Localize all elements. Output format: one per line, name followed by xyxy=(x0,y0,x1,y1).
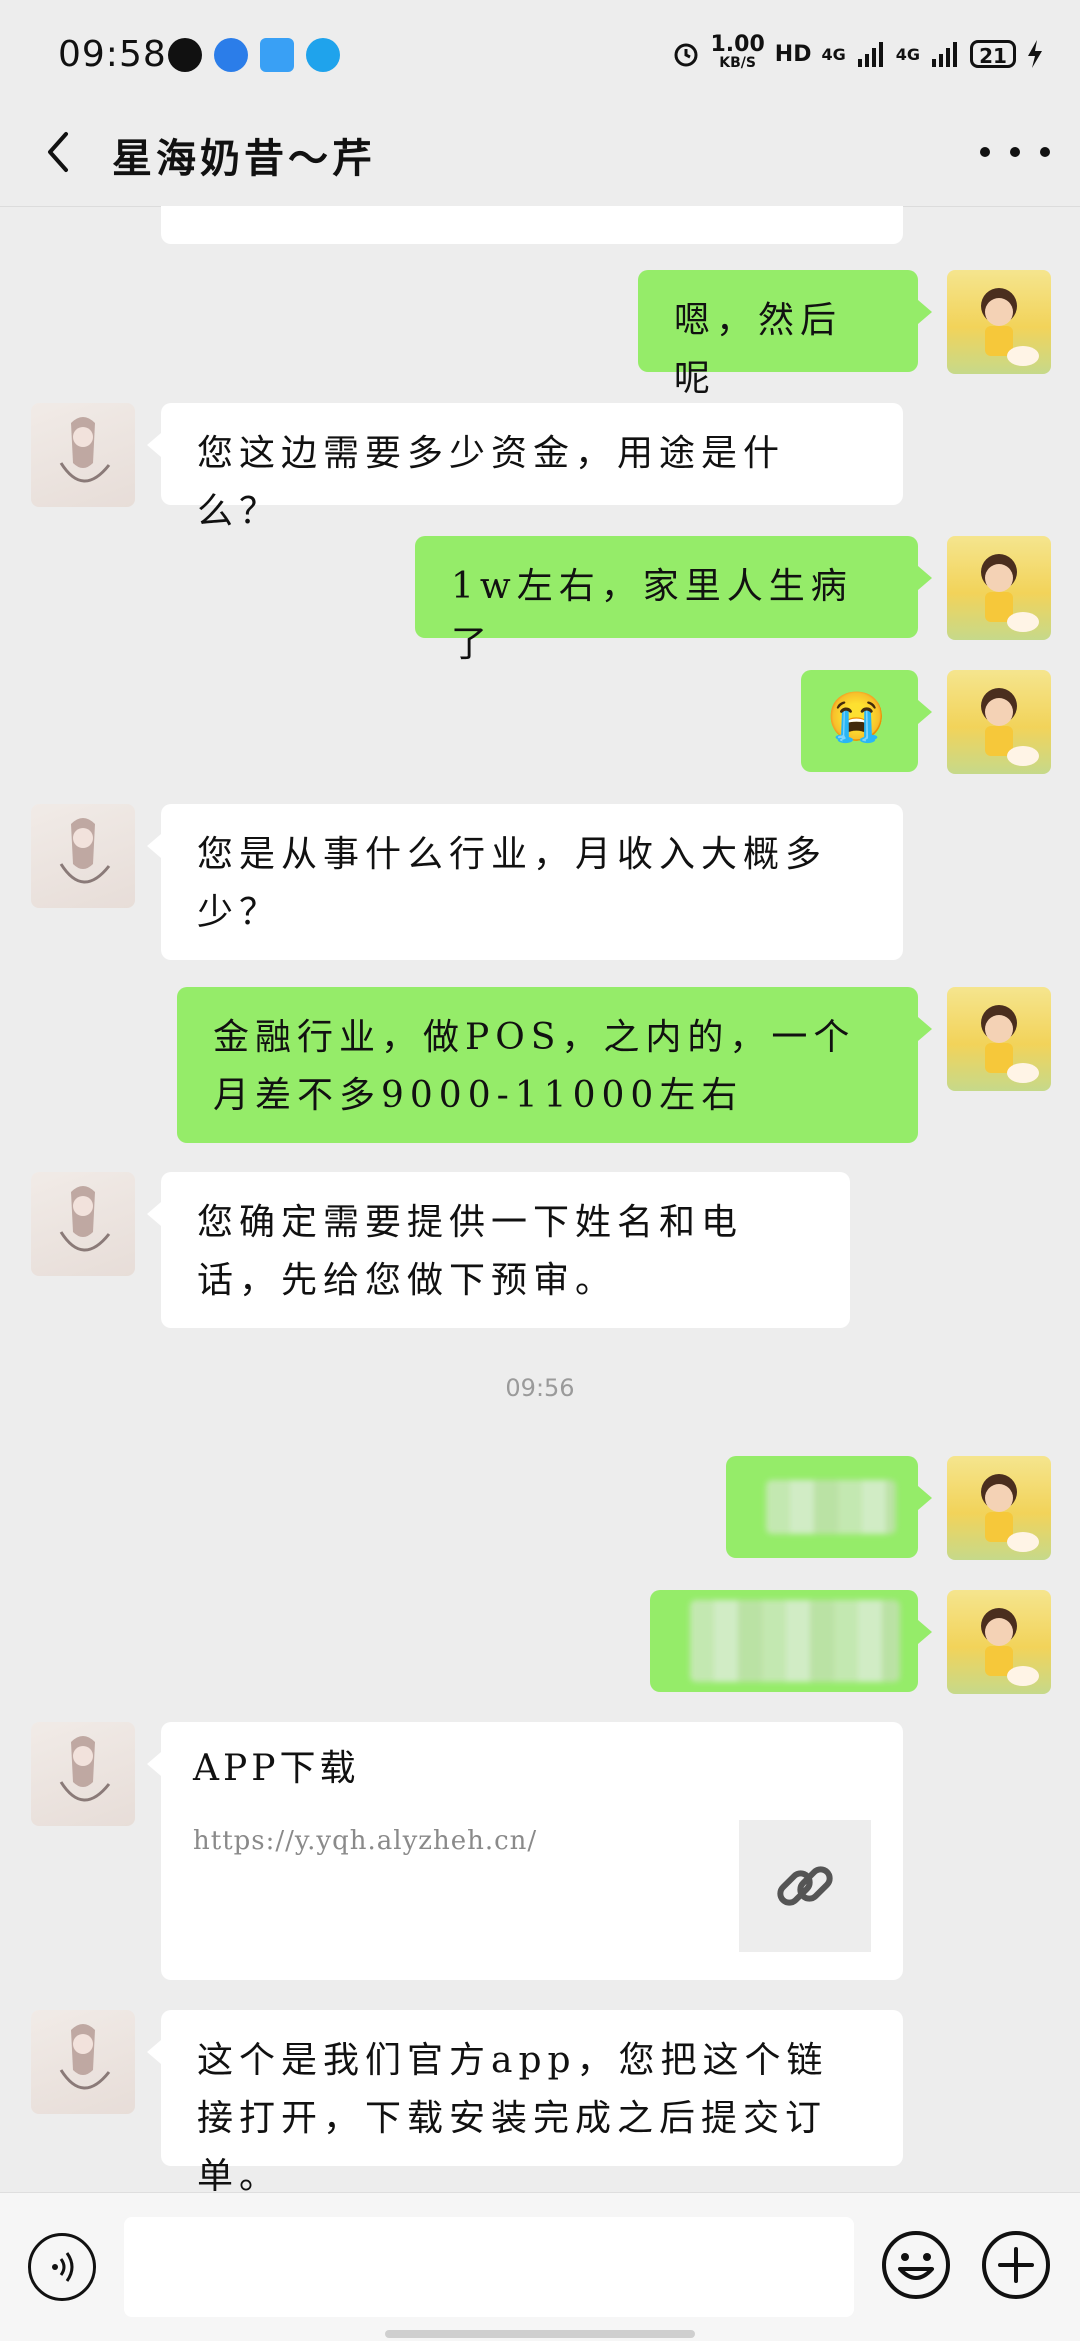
redacted-content xyxy=(766,1480,896,1534)
voice-button[interactable] xyxy=(28,2233,96,2301)
app-notification-icon xyxy=(168,38,202,72)
more-dots-icon xyxy=(980,147,990,157)
emoji-icon xyxy=(882,2231,950,2299)
message-bubble-sent-emoji[interactable]: 😭 xyxy=(801,670,932,772)
message-bubble-received[interactable]: 您是从事什么行业，月收入大概多少？ xyxy=(147,804,903,960)
input-bar xyxy=(0,2192,1080,2341)
browser-notification-icon xyxy=(214,38,248,72)
net-speed: 1.00 KB/S xyxy=(710,32,765,72)
message-bubble-received[interactable]: 您这边需要多少资金，用途是什么？ xyxy=(147,403,903,532)
message-input[interactable] xyxy=(124,2217,854,2317)
signal-2-label: 4G xyxy=(895,44,920,64)
my-avatar[interactable] xyxy=(947,1456,1051,1560)
message-bubble-sent[interactable]: 嗯，然后呢 xyxy=(638,270,932,399)
voice-icon xyxy=(52,2252,74,2282)
my-avatar[interactable] xyxy=(947,670,1051,774)
plus-button[interactable] xyxy=(980,2229,1052,2301)
more-options-button[interactable] xyxy=(980,132,1050,172)
plus-icon xyxy=(982,2231,1050,2299)
chat-timestamp: 09:56 xyxy=(505,1374,575,1402)
my-avatar[interactable] xyxy=(947,987,1051,1091)
message-text: 您这边需要多少资金，用途是什么？ xyxy=(197,433,786,532)
my-avatar[interactable] xyxy=(947,536,1051,640)
message-bubble-sent-redacted[interactable] xyxy=(726,1456,932,1558)
home-indicator[interactable] xyxy=(385,2330,695,2338)
alarm-icon xyxy=(674,43,697,67)
battery-level: 21 xyxy=(970,40,1016,68)
message-bubble-sent[interactable]: 1w左右，家里人生病了 xyxy=(415,536,932,665)
emoji-button[interactable] xyxy=(880,2229,952,2301)
status-bar: 09:58 1.00 KB/S HD 4G 4G 21 xyxy=(0,0,1080,110)
crying-emoji-icon: 😭 xyxy=(826,689,893,745)
contact-avatar[interactable] xyxy=(31,403,135,507)
message-text: 1w左右，家里人生病了 xyxy=(451,566,853,665)
chat-title: 星海奶昔～芹 xyxy=(112,136,376,182)
contact-avatar[interactable] xyxy=(31,2010,135,2114)
link-card-url[interactable]: https://y.yqh.alyzheh.cn/ xyxy=(193,1812,537,1870)
redacted-content xyxy=(690,1600,900,1682)
contact-avatar[interactable] xyxy=(31,1722,135,1826)
contact-avatar[interactable] xyxy=(31,804,135,908)
message-text: 嗯，然后呢 xyxy=(674,300,843,399)
download-notification-icon xyxy=(260,38,294,72)
message-text: 您是从事什么行业，月收入大概多少？ xyxy=(197,834,828,933)
chat-scroll-area[interactable]: 嗯，然后呢 您这边需要多少资金，用途是什么？ 1w左右，家里人生病了 😭 您是从… xyxy=(0,206,1080,2191)
message-text: 这个是我们官方app，您把这个链接打开，下载安装完成之后提交订单。 xyxy=(197,2040,829,2191)
back-button[interactable] xyxy=(30,122,90,182)
chevron-left-icon xyxy=(48,132,68,172)
my-avatar[interactable] xyxy=(947,1590,1051,1694)
qq-notification-icon xyxy=(306,38,340,72)
message-text: 您确定需要提供一下姓名和电话，先给您做下预审。 xyxy=(197,1202,744,1301)
chat-header: 星海奶昔～芹 xyxy=(0,110,1080,207)
message-bubble-sent-redacted[interactable] xyxy=(650,1590,932,1692)
message-bubble-received[interactable]: 这个是我们官方app，您把这个链接打开，下载安装完成之后提交订单。 xyxy=(147,2010,903,2191)
message-bubble-partial xyxy=(161,206,903,244)
status-right: 1.00 KB/S HD 4G 4G 21 xyxy=(671,32,1045,72)
hd-label: HD xyxy=(774,41,812,67)
my-avatar[interactable] xyxy=(947,270,1051,374)
link-card[interactable]: APP下载 https://y.yqh.alyzheh.cn/ xyxy=(147,1722,903,1980)
message-text: 金融行业，做POS，之内的，一个月差不多9000-11000左右 xyxy=(213,1017,856,1116)
message-bubble-received[interactable]: 您确定需要提供一下姓名和电话，先给您做下预审。 xyxy=(147,1172,850,1328)
contact-avatar[interactable] xyxy=(31,1172,135,1276)
notification-icons xyxy=(168,38,340,72)
link-card-title: APP下载 xyxy=(193,1748,360,1789)
message-bubble-sent[interactable]: 金融行业，做POS，之内的，一个月差不多9000-11000左右 xyxy=(177,987,932,1143)
status-time: 09:58 xyxy=(58,34,167,75)
signal-2-icon xyxy=(932,42,957,67)
signal-1-label: 4G xyxy=(821,44,846,64)
net-speed-value: 1.00 xyxy=(710,32,765,57)
net-speed-unit: KB/S xyxy=(719,55,756,71)
charging-icon xyxy=(1028,40,1042,68)
link-icon xyxy=(777,1866,833,1906)
signal-1-icon xyxy=(857,42,883,67)
link-card-thumbnail xyxy=(739,1820,871,1952)
